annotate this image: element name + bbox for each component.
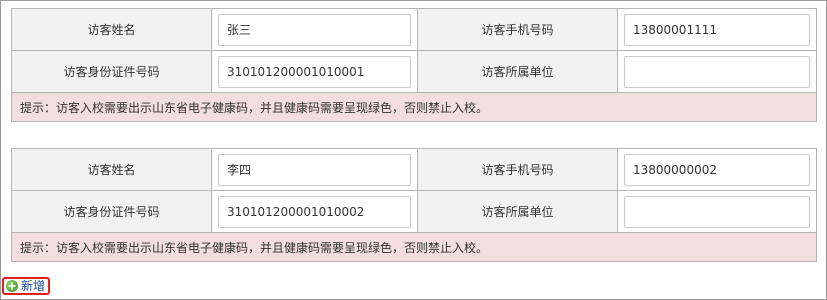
- visitor-org-input[interactable]: [624, 195, 810, 228]
- visitor-name-label: 访客姓名: [11, 148, 212, 191]
- visitor-form-1: 访客姓名 张三 访客手机号码 13800001111 访客身份证件号码 3101…: [11, 8, 817, 122]
- health-code-tip: 提示：访客入校需要出示山东省电子健康码，并且健康码需要呈现绿色，否则禁止入校。: [11, 232, 817, 262]
- visitor-phone-label: 访客手机号码: [417, 8, 618, 51]
- visitor-name-label: 访客姓名: [11, 8, 212, 51]
- health-code-tip: 提示：访客入校需要出示山东省电子健康码，并且健康码需要呈现绿色，否则禁止入校。: [11, 92, 817, 122]
- visitor-name-input[interactable]: 张三: [218, 13, 411, 46]
- visitor-phone-input[interactable]: 13800001111: [624, 13, 810, 46]
- visitor-phone-label: 访客手机号码: [417, 148, 618, 191]
- visitor-tip-row: 提示：访客入校需要出示山东省电子健康码，并且健康码需要呈现绿色，否则禁止入校。: [11, 232, 817, 262]
- visitor-id-input[interactable]: 310101200001010001: [218, 55, 411, 88]
- visitor-phone-input[interactable]: 13800000002: [624, 153, 810, 186]
- visitor-form-2: 访客姓名 李四 访客手机号码 13800000002 访客身份证件号码 3101…: [11, 148, 817, 262]
- visitor-row-name-phone: 访客姓名 李四 访客手机号码 13800000002: [11, 148, 817, 191]
- visitor-row-name-phone: 访客姓名 张三 访客手机号码 13800001111: [11, 8, 817, 51]
- visitor-org-label: 访客所属单位: [417, 190, 618, 233]
- visitor-name-input[interactable]: 李四: [218, 153, 411, 186]
- visitor-id-label: 访客身份证件号码: [11, 50, 212, 93]
- visitor-org-label: 访客所属单位: [417, 50, 618, 93]
- visitor-id-input[interactable]: 310101200001010002: [218, 195, 411, 228]
- add-visitor-button[interactable]: 新增: [2, 277, 50, 295]
- visitor-row-id-org: 访客身份证件号码 310101200001010002 访客所属单位: [11, 190, 817, 233]
- plus-circle-icon: [6, 280, 18, 292]
- add-visitor-label: 新增: [21, 279, 46, 293]
- visitor-org-input[interactable]: [624, 55, 810, 88]
- visitor-id-label: 访客身份证件号码: [11, 190, 212, 233]
- visitor-row-id-org: 访客身份证件号码 310101200001010001 访客所属单位: [11, 50, 817, 93]
- visitor-tip-row: 提示：访客入校需要出示山东省电子健康码，并且健康码需要呈现绿色，否则禁止入校。: [11, 92, 817, 122]
